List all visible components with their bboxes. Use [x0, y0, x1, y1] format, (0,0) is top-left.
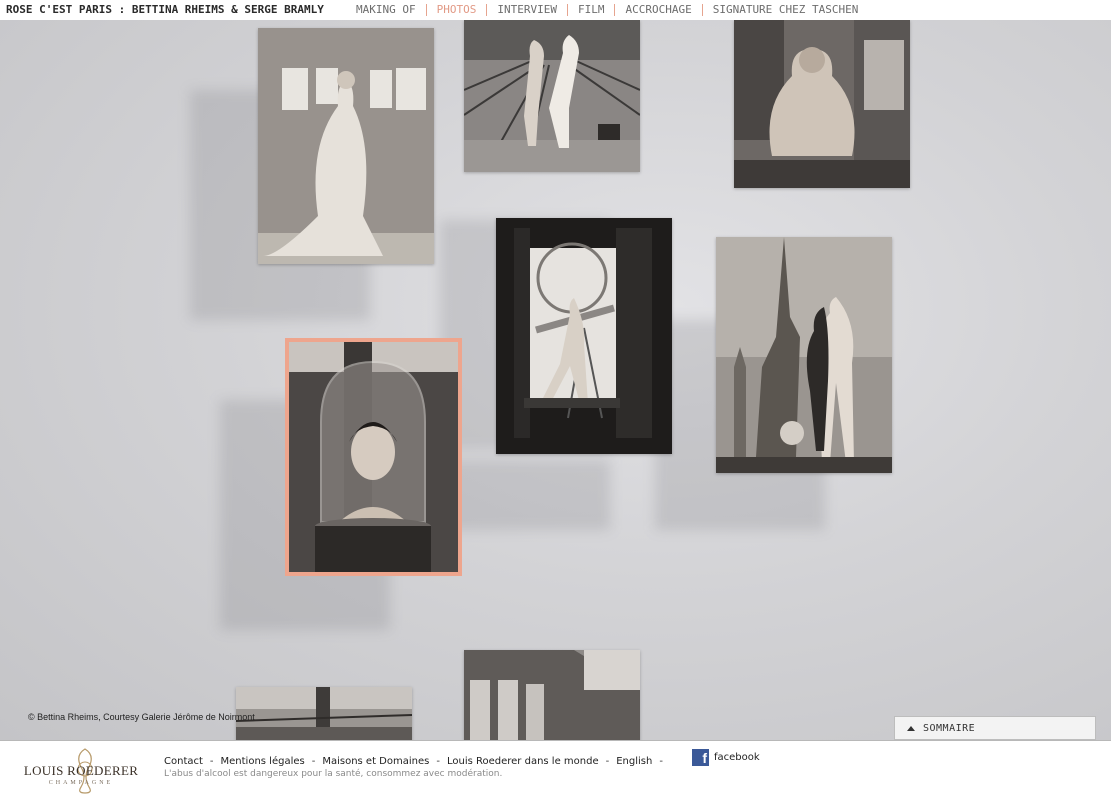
photo-telescope-window-image — [496, 218, 672, 454]
nav-making-of[interactable]: MAKING OF — [346, 3, 426, 16]
photo-bell-jar[interactable] — [285, 338, 462, 576]
footer-link-contact[interactable]: Contact — [164, 756, 203, 767]
photo-telescope-window[interactable] — [496, 218, 672, 454]
photo-metro-seat-image — [734, 20, 910, 188]
nav-accrochage[interactable]: ACCROCHAGE — [615, 3, 701, 16]
louis-roederer-logo[interactable]: LOUIS ROEDERER CHAMPAGNE — [22, 747, 140, 795]
photo-cathedral-spire[interactable] — [716, 237, 892, 473]
photo-bridge-tower-image — [236, 687, 412, 740]
footer-links: Contact - Mentions légales - Maisons et … — [164, 756, 670, 767]
footer-link-english[interactable]: English — [616, 756, 652, 767]
top-bar: ROSE C'EST PARIS : BETTINA RHEIMS & SERG… — [0, 0, 1111, 20]
photo-gown-posters[interactable] — [258, 28, 434, 264]
main-nav: MAKING OF PHOTOS INTERVIEW FILM ACCROCHA… — [346, 3, 868, 16]
footer-separator: - — [436, 756, 440, 767]
site-title[interactable]: ROSE C'EST PARIS : BETTINA RHEIMS & SERG… — [6, 3, 324, 16]
photo-wall: © Bettina Rheims, Courtesy Galerie Jérôm… — [0, 20, 1111, 740]
triangle-up-icon — [907, 725, 915, 731]
footer-link-mentions-legales[interactable]: Mentions légales — [221, 756, 305, 767]
nav-interview[interactable]: INTERVIEW — [487, 3, 567, 16]
alcohol-disclaimer: L'abus d'alcool est dangereux pour la sa… — [164, 769, 503, 779]
logo-sub-text: CHAMPAGNE — [48, 780, 114, 786]
facebook-link[interactable]: f facebook — [692, 749, 760, 766]
logo-brand-text: LOUIS ROEDERER — [23, 763, 139, 778]
photo-gown-posters-image — [258, 28, 434, 264]
nav-signature-chez-taschen[interactable]: SIGNATURE CHEZ TASCHEN — [703, 3, 869, 16]
photo-cathedral-spire-image — [716, 237, 892, 473]
photo-train-interior-image — [464, 650, 640, 740]
facebook-icon: f — [692, 749, 709, 766]
photo-metro-seat[interactable] — [734, 20, 910, 188]
photo-bell-jar-image — [289, 342, 458, 572]
footer-separator: - — [659, 756, 663, 767]
photo-railway-tracks[interactable] — [464, 20, 640, 172]
footer-separator: - — [311, 756, 316, 767]
photo-bridge-tower[interactable] — [236, 687, 412, 740]
photo-railway-tracks-image — [464, 20, 640, 172]
footer-link-maisons-domaines[interactable]: Maisons et Domaines — [322, 756, 429, 767]
footer-separator: - — [209, 756, 214, 767]
sommaire-button[interactable]: SOMMAIRE — [894, 716, 1096, 740]
footer-separator: - — [605, 756, 610, 767]
photo-train-interior[interactable] — [464, 650, 640, 740]
sommaire-label: SOMMAIRE — [923, 722, 976, 734]
nav-photos[interactable]: PHOTOS — [427, 3, 487, 16]
frame-shadow — [440, 460, 610, 530]
footer-link-roederer-monde[interactable]: Louis Roederer dans le monde — [447, 756, 599, 767]
facebook-label: facebook — [714, 752, 760, 763]
photo-credit: © Bettina Rheims, Courtesy Galerie Jérôm… — [28, 712, 255, 722]
footer: LOUIS ROEDERER CHAMPAGNE Contact - Menti… — [0, 740, 1111, 800]
nav-film[interactable]: FILM — [568, 3, 615, 16]
